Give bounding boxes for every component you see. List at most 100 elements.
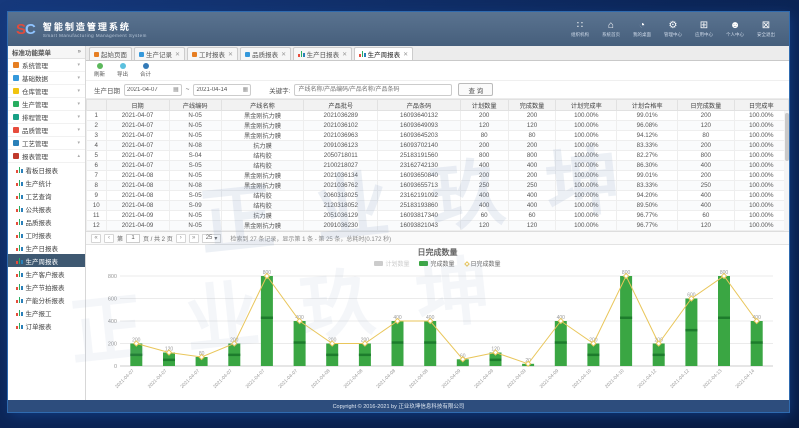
report-chart-icon <box>359 51 366 57</box>
sidebar-item-report-12[interactable]: 生产报工 <box>8 306 85 319</box>
calendar-icon[interactable]: ▦ <box>242 86 248 93</box>
chevron-down-icon: ▾ <box>77 114 80 120</box>
tab-2[interactable]: 生产记录✕ <box>134 47 185 60</box>
cell: 100.00% <box>556 181 617 191</box>
table-row[interactable]: 12021-04-07N-05黑金刚抗力膜2021036289160936401… <box>87 111 789 121</box>
cell: 96.08% <box>617 121 678 131</box>
table-row[interactable]: 62021-04-07S-05结构胶2100218027231627421304… <box>87 161 789 171</box>
group-label: 仓库管理 <box>22 86 48 96</box>
table-row[interactable]: 52021-04-07S-04结构胶2050718011251831915608… <box>87 151 789 161</box>
tab-1[interactable]: 起始页面 <box>89 47 132 60</box>
legend-item-完成数量[interactable]: 完成数量 <box>419 259 454 268</box>
sidebar-item-report-6[interactable]: 工时报表 <box>8 228 85 241</box>
header-action-admin[interactable]: ⚙管理中心 <box>664 20 682 38</box>
close-icon[interactable]: ✕ <box>403 51 408 58</box>
page-number-input[interactable] <box>126 234 140 243</box>
svg-text:2021-04-09: 2021-04-09 <box>506 368 528 390</box>
sidebar-item-report-5[interactable]: 品质报表 <box>8 215 85 228</box>
cell: 400 <box>508 161 556 171</box>
keyword-input[interactable] <box>294 84 452 96</box>
cell: 结构胶 <box>221 151 304 161</box>
table-row[interactable]: 92021-04-08S-05结构胶2060318025231621910924… <box>87 191 789 201</box>
sidebar-group-7[interactable]: 工艺管理▾ <box>8 137 85 150</box>
table-row[interactable]: 102021-04-08S-09结构胶212031805225183193860… <box>87 201 789 211</box>
table-row[interactable]: 82021-04-08N-08黑金刚抗力膜2021036762160936557… <box>87 181 789 191</box>
svg-text:2021-04-07: 2021-04-07 <box>147 368 169 390</box>
user-icon: ☻ <box>730 20 741 31</box>
cell: 800 <box>678 151 735 161</box>
header-action-desktop[interactable]: ◔我的桌面 <box>633 20 651 38</box>
group-label: 基础数据 <box>22 73 48 83</box>
table-row[interactable]: 72021-04-08N-05黑金刚抗力膜2021036134160936508… <box>87 171 789 181</box>
sidebar-group-8[interactable]: 报表管理▴ <box>8 150 85 163</box>
sidebar-item-report-10[interactable]: 生产节拍报表 <box>8 280 85 293</box>
header-action-org[interactable]: ∷组织机构 <box>571 20 589 38</box>
sidebar-group-5[interactable]: 排程管理▾ <box>8 111 85 124</box>
group-icon <box>13 153 19 159</box>
sidebar-item-report-4[interactable]: 公共报表 <box>8 202 85 215</box>
tab-6[interactable]: 生产周报表✕ <box>354 47 413 60</box>
first-page-button[interactable]: « <box>91 234 101 243</box>
cell: 2021-04-08 <box>106 181 169 191</box>
sidebar-group-2[interactable]: 基础数据▾ <box>8 72 85 85</box>
prev-page-button[interactable]: ‹ <box>104 234 114 243</box>
legend-item-日完成数量[interactable]: 日完成数量 <box>465 259 501 268</box>
sidebar-group-6[interactable]: 品质管理▾ <box>8 124 85 137</box>
table-scrollbar-thumb[interactable] <box>785 113 789 161</box>
toolbar-button-1[interactable]: 刷新 <box>94 63 105 78</box>
sidebar-item-report-2[interactable]: 生产统计 <box>8 176 85 189</box>
last-page-button[interactable]: » <box>189 234 199 243</box>
header-action-logout[interactable]: ⊠安全退出 <box>757 20 775 38</box>
tab-4[interactable]: 品质报表✕ <box>240 47 291 60</box>
calendar-icon[interactable]: ▦ <box>173 86 179 93</box>
sidebar-collapse-icon[interactable]: » <box>78 49 81 55</box>
cell: 100.00% <box>556 201 617 211</box>
table-row[interactable]: 122021-04-09N-05黑金刚抗力膜209103623016093821… <box>87 221 789 231</box>
report-label: 看板日报表 <box>26 165 59 175</box>
cell: 2021036289 <box>304 111 378 121</box>
table-row[interactable]: 22021-04-07N-05黑金刚抗力膜2021036102160936490… <box>87 121 789 131</box>
date-to-input[interactable] <box>196 87 242 93</box>
sidebar-item-report-13[interactable]: 订单报表 <box>8 319 85 332</box>
cell: 16093640132 <box>378 111 461 121</box>
close-icon[interactable]: ✕ <box>281 51 286 58</box>
toolbar-button-icon <box>143 63 149 69</box>
date-from-input[interactable] <box>127 87 173 93</box>
tab-3[interactable]: 工时报表✕ <box>187 47 238 60</box>
table-row[interactable]: 42021-04-07N-08抗力膜2091036123160937021402… <box>87 141 789 151</box>
sidebar-item-report-1[interactable]: 看板日报表 <box>8 163 85 176</box>
table-row[interactable]: 32021-04-07N-05黑金刚抗力膜2021036963160936452… <box>87 131 789 141</box>
cell: 120 <box>460 221 508 231</box>
sidebar-item-report-3[interactable]: 工艺查询 <box>8 189 85 202</box>
legend-item-计划数量[interactable]: 计划数量 <box>374 259 409 268</box>
search-button[interactable]: 查 询 <box>458 83 493 96</box>
next-page-button[interactable]: › <box>176 234 186 243</box>
sidebar-group-3[interactable]: 仓库管理▾ <box>8 85 85 98</box>
report-label: 公共报表 <box>26 204 52 214</box>
close-icon[interactable]: ✕ <box>228 51 233 58</box>
cell: 100.00% <box>734 131 788 141</box>
chevron-down-icon: ▾ <box>77 62 80 68</box>
close-icon[interactable]: ✕ <box>342 51 347 58</box>
sidebar-item-report-9[interactable]: 生产客户报表 <box>8 267 85 280</box>
header-action-apps[interactable]: ⊞应用中心 <box>695 20 713 38</box>
sidebar-item-report-11[interactable]: 产能分析报表 <box>8 293 85 306</box>
sidebar-group-1[interactable]: 系统管理▾ <box>8 59 85 72</box>
close-icon[interactable]: ✕ <box>175 51 180 58</box>
table-row[interactable]: 132021-04-09N-05黑金刚抗力膜202103635516093852… <box>87 231 789 233</box>
page-size-select[interactable]: 25 ▾ <box>202 234 222 243</box>
sidebar-item-report-7[interactable]: 生产日报表 <box>8 241 85 254</box>
header-action-home[interactable]: ⌂系统首页 <box>602 20 620 38</box>
col-row-number <box>87 100 107 111</box>
cell: 23162742130 <box>378 161 461 171</box>
report-label: 工艺查询 <box>26 191 52 201</box>
header-action-user[interactable]: ☻个人中心 <box>726 20 744 38</box>
sidebar-item-report-8[interactable]: 生产周报表 <box>8 254 85 267</box>
toolbar-button-2[interactable]: 导出 <box>117 63 128 78</box>
sidebar-group-4[interactable]: 生产管理▾ <box>8 98 85 111</box>
cell: 200 <box>508 141 556 151</box>
toolbar-button-3[interactable]: 合计 <box>140 63 151 78</box>
table-row[interactable]: 112021-04-09N-05抗力膜205103612916093817340… <box>87 211 789 221</box>
cell: 100.00% <box>556 131 617 141</box>
tab-5[interactable]: 生产日报表✕ <box>293 47 352 60</box>
